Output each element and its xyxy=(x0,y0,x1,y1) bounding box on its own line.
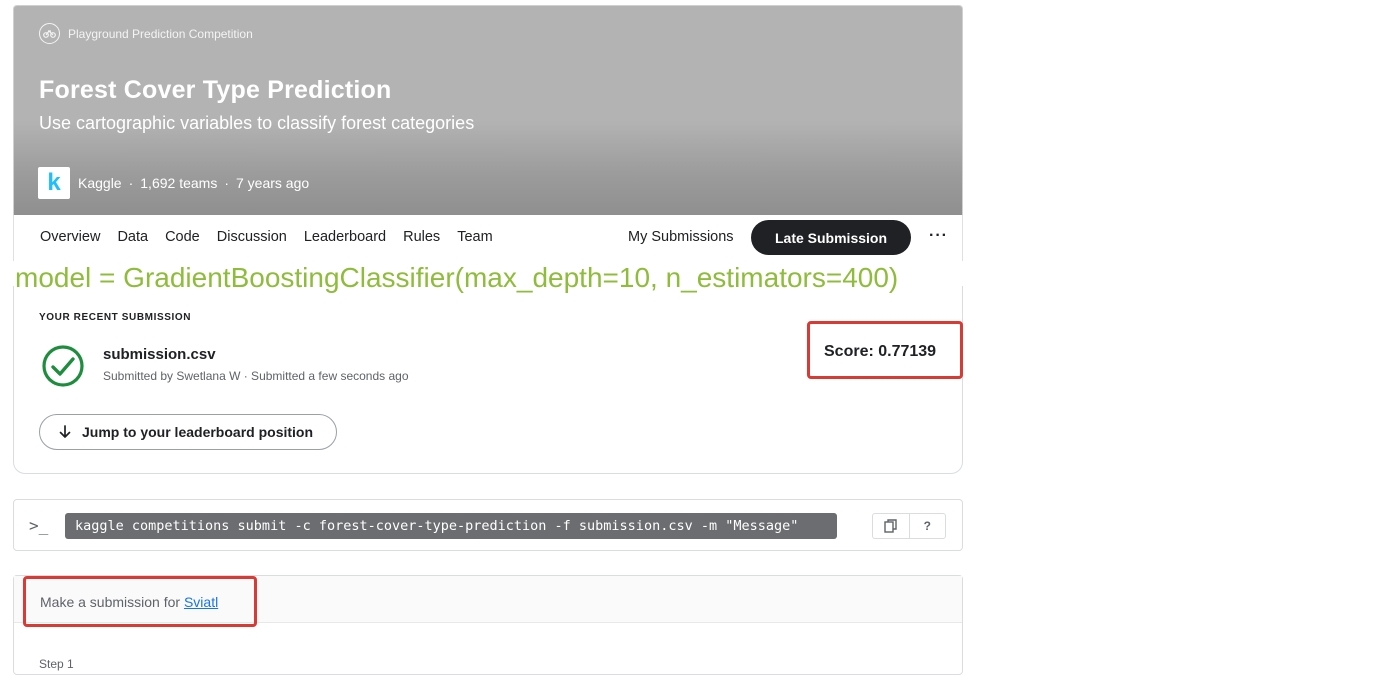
cli-command[interactable]: kaggle competitions submit -c forest-cov… xyxy=(65,513,837,539)
arrow-down-icon xyxy=(59,425,71,438)
competition-header: Playground Prediction Competition Forest… xyxy=(13,5,963,215)
step-label: Step 1 xyxy=(39,657,74,671)
competition-meta: k Kaggle · 1,692 teams · 7 years ago xyxy=(38,167,309,199)
competition-title: Forest Cover Type Prediction xyxy=(39,76,392,104)
competition-age: 7 years ago xyxy=(236,175,310,191)
tab-code[interactable]: Code xyxy=(165,229,200,245)
make-submission-panel: Make a submission for Sviatl Step 1 xyxy=(13,575,963,675)
submission-info: Submitted by Swetlana W · Submitted a fe… xyxy=(103,369,409,383)
bike-icon xyxy=(39,23,60,44)
separator-dot: · xyxy=(128,175,134,191)
competition-subtitle: Use cartographic variables to classify f… xyxy=(39,113,475,133)
my-submissions-link[interactable]: My Submissions xyxy=(628,229,734,245)
tab-overview[interactable]: Overview xyxy=(40,229,100,245)
jump-to-leaderboard-button[interactable]: Jump to your leaderboard position xyxy=(39,414,337,450)
help-icon[interactable]: ? xyxy=(908,514,946,538)
nav-tabs: Overview Data Code Discussion Leaderboar… xyxy=(40,229,510,245)
terminal-icon: >_ xyxy=(29,516,49,535)
submission-score: Score: 0.77139 xyxy=(824,343,937,360)
recent-submission-card: YOUR RECENT SUBMISSION submission.csv Su… xyxy=(13,286,963,474)
kaggle-logo[interactable]: k xyxy=(38,167,70,199)
tab-leaderboard[interactable]: Leaderboard xyxy=(304,229,386,245)
competition-kind-label: Playground Prediction Competition xyxy=(68,26,253,41)
team-name-link[interactable]: Sviatl xyxy=(184,594,218,610)
make-submission-highlight-box: Make a submission for Sviatl xyxy=(23,576,257,627)
tab-team[interactable]: Team xyxy=(457,229,492,245)
copy-icon[interactable] xyxy=(873,514,909,538)
score-highlight-box: Score: 0.77139 xyxy=(807,321,963,379)
separator-dot: · xyxy=(224,175,229,191)
jump-to-leaderboard-label: Jump to your leaderboard position xyxy=(82,424,314,440)
more-options-icon[interactable]: ··· xyxy=(929,227,948,245)
tab-rules[interactable]: Rules xyxy=(403,229,440,245)
cli-command-box: >_ kaggle competitions submit -c forest-… xyxy=(13,499,963,551)
check-circle-icon xyxy=(42,345,84,387)
competition-nav: Overview Data Code Discussion Leaderboar… xyxy=(13,215,963,261)
recent-submission-label: YOUR RECENT SUBMISSION xyxy=(39,312,192,323)
make-submission-prefix: Make a submission for xyxy=(40,594,184,610)
teams-count: 1,692 teams xyxy=(140,175,218,191)
late-submission-button[interactable]: Late Submission xyxy=(751,220,911,255)
tab-discussion[interactable]: Discussion xyxy=(217,229,287,245)
host-name[interactable]: Kaggle xyxy=(78,175,122,191)
competition-kind: Playground Prediction Competition xyxy=(39,23,253,44)
cli-actions: ? xyxy=(872,513,946,539)
submission-file-name: submission.csv xyxy=(103,346,216,363)
make-submission-text: Make a submission for Sviatl xyxy=(40,594,218,610)
tab-data[interactable]: Data xyxy=(117,229,148,245)
